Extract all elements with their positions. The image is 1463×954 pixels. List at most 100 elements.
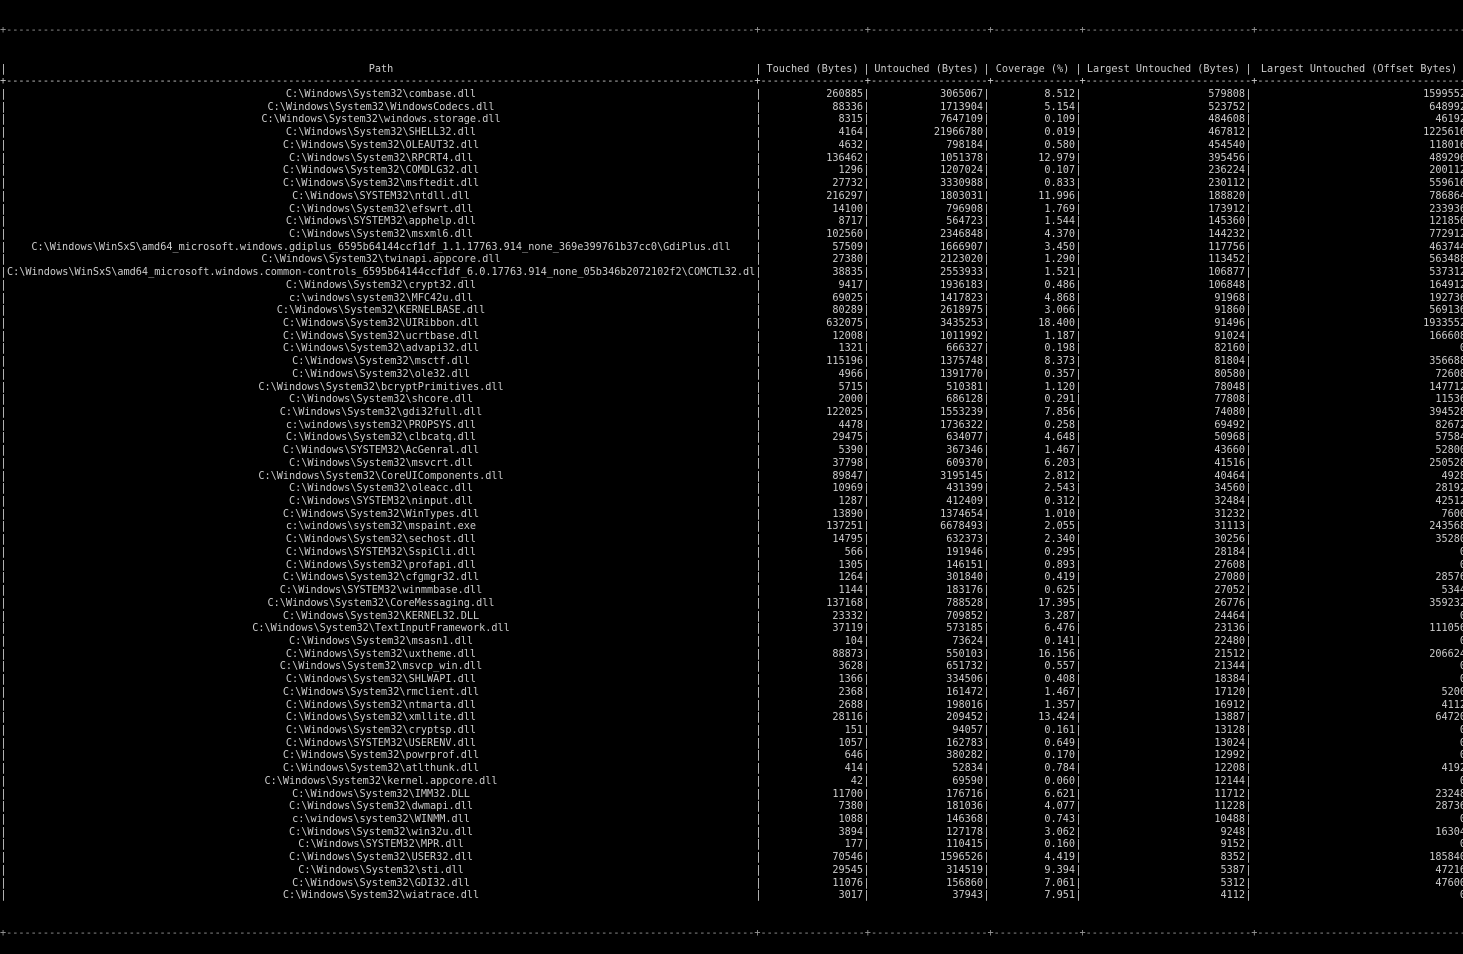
table-border-vertical: | — [1245, 839, 1252, 851]
cell-coverage: 0.357 — [1044, 368, 1075, 380]
cell-path: C:\Windows\System32\KERNELBASE.dll — [276, 305, 486, 317]
cell-coverage: 6.476 — [1044, 623, 1075, 635]
cell-offset: 0 — [1459, 546, 1463, 558]
table-row: | C:\Windows\WinSxS\amd64_microsoft.windo… — [0, 267, 1463, 280]
cell-untouched: 1736322 — [940, 419, 983, 431]
table-border-vertical: | — [0, 165, 7, 177]
cell-touched: 414 — [844, 763, 863, 775]
table-border-vertical: | — [1245, 788, 1252, 800]
table-border-vertical: | — [983, 852, 990, 864]
cell-coverage: 0.161 — [1044, 724, 1075, 736]
cell-touched: 2688 — [838, 699, 863, 711]
cell-untouched: 1713904 — [940, 101, 983, 113]
table-border-vertical: | — [755, 661, 762, 673]
cell-largest: 12208 — [1214, 763, 1245, 775]
cell-path: C:\Windows\System32\profapi.dll — [285, 559, 477, 571]
table-row: | c:\windows\system32\PROPSYS.dll | 4478 | 17… — [0, 420, 1463, 433]
table-row: | C:\Windows\System32\clbcatq.dll | 29475 | 6… — [0, 432, 1463, 445]
table-header-row: | Path | Touched (Bytes) | Untouched (Bytes) |… — [0, 64, 1463, 77]
table-border-vertical: | — [755, 763, 762, 775]
table-border-vertical: | — [863, 165, 870, 177]
table-border-vertical: | — [863, 470, 870, 482]
cell-untouched: 1051378 — [940, 152, 983, 164]
table-border-vertical: | — [983, 216, 990, 228]
cell-largest: 80580 — [1214, 368, 1245, 380]
table-border-vertical: | — [1245, 661, 1252, 673]
cell-path: C:\Windows\System32\cfgmgr32.dll — [282, 572, 480, 584]
table-border-vertical: | — [1075, 648, 1082, 660]
cell-largest: 27608 — [1214, 559, 1245, 571]
table-border-vertical: | — [1245, 89, 1252, 101]
cell-touched: 122025 — [826, 407, 863, 418]
table-border-vertical: | — [983, 254, 990, 266]
cell-path: C:\Windows\System32\CoreMessaging.dll — [267, 597, 495, 609]
cell-touched: 88873 — [832, 648, 863, 660]
table-border-vertical: | — [1075, 190, 1082, 202]
table-border-vertical: | — [0, 267, 7, 279]
table-border-vertical: | — [755, 89, 762, 101]
cell-largest: 12992 — [1214, 750, 1245, 762]
table-border-vertical: | — [983, 546, 990, 558]
cell-path: C:\Windows\System32\advapi32.dll — [282, 343, 480, 355]
table-border-vertical: | — [863, 279, 870, 291]
table-border-vertical: | — [755, 432, 762, 444]
table-border-vertical: | — [1075, 483, 1082, 495]
table-border-vertical: | — [0, 178, 7, 190]
column-header-coverage: Coverage (%) — [995, 63, 1070, 75]
cell-path: C:\Windows\System32\sechost.dll — [285, 534, 477, 546]
table-row: | C:\Windows\System32\sechost.dll | 14795 | 6… — [0, 534, 1463, 547]
table-row: | c:\windows\system32\MFC42u.dll | 69025 | 14… — [0, 293, 1463, 306]
cell-largest: 41516 — [1214, 457, 1245, 469]
cell-largest: 13128 — [1214, 724, 1245, 736]
table-border-vertical: | — [863, 635, 870, 647]
table-row: | C:\Windows\System32\IMM32.DLL | 11700 | 176… — [0, 789, 1463, 802]
cell-offset: 0 — [1459, 635, 1463, 647]
table-top-border: +---------------------------------------… — [0, 25, 1463, 37]
cell-largest: 145360 — [1208, 216, 1245, 228]
cell-largest: 21344 — [1214, 661, 1245, 673]
cell-path: C:\Windows\System32\WindowsCodecs.dll — [267, 101, 495, 113]
cell-untouched: 191946 — [946, 546, 983, 558]
table-border-vertical: | — [983, 89, 990, 101]
table-border-vertical: | — [1075, 546, 1082, 558]
table-border-vertical: | — [0, 470, 7, 482]
cell-largest: 117756 — [1208, 241, 1245, 253]
table-border-vertical: | — [863, 178, 870, 190]
cell-touched: 137251 — [826, 521, 863, 533]
table-row: | C:\Windows\System32\cfgmgr32.dll | 1264 | 3… — [0, 572, 1463, 585]
table-border-vertical: | — [983, 597, 990, 609]
cell-path: C:\Windows\System32\uxtheme.dll — [285, 648, 477, 660]
cell-coverage: 2.812 — [1044, 470, 1075, 482]
cell-largest: 5312 — [1220, 877, 1245, 889]
cell-coverage: 1.120 — [1044, 381, 1075, 393]
table-border-vertical: | — [1075, 254, 1082, 266]
cell-largest: 5387 — [1220, 864, 1245, 876]
cell-coverage: 0.060 — [1044, 775, 1075, 787]
table-border-vertical: | — [0, 228, 7, 240]
cell-offset: 47216 — [1435, 864, 1463, 876]
table-border-vertical: | — [983, 585, 990, 597]
cell-untouched: 21966780 — [933, 127, 983, 139]
cell-offset: 0 — [1459, 610, 1463, 622]
cell-touched: 57509 — [832, 241, 863, 253]
table-border-vertical: | — [755, 305, 762, 317]
table-row: | C:\Windows\System32\TextInputFramework.… — [0, 623, 1463, 636]
cell-coverage: 4.370 — [1044, 228, 1075, 240]
table-border-vertical: | — [755, 508, 762, 520]
cell-untouched: 796908 — [946, 203, 983, 215]
table-border-vertical: | — [1075, 394, 1082, 406]
cell-path: c:\windows\system32\mspaint.exe — [285, 521, 477, 533]
cell-untouched: 1936183 — [940, 279, 983, 291]
table-border-vertical: | — [1075, 279, 1082, 291]
cell-path: C:\Windows\System32\msvcrt.dll — [288, 457, 473, 469]
cell-touched: 42 — [850, 775, 863, 787]
cell-untouched: 181036 — [946, 801, 983, 813]
table-border-vertical: | — [0, 190, 7, 202]
table-border-vertical: | — [755, 356, 762, 368]
cell-offset: 0 — [1459, 674, 1463, 686]
table-header-separator: +---------------------------------------… — [0, 76, 1463, 89]
cell-touched: 4966 — [838, 368, 863, 380]
cell-offset: 7600 — [1441, 508, 1463, 520]
cell-path: C:\Windows\SYSTEM32\USERENV.dll — [285, 737, 477, 749]
table-border-vertical: | — [755, 457, 762, 469]
